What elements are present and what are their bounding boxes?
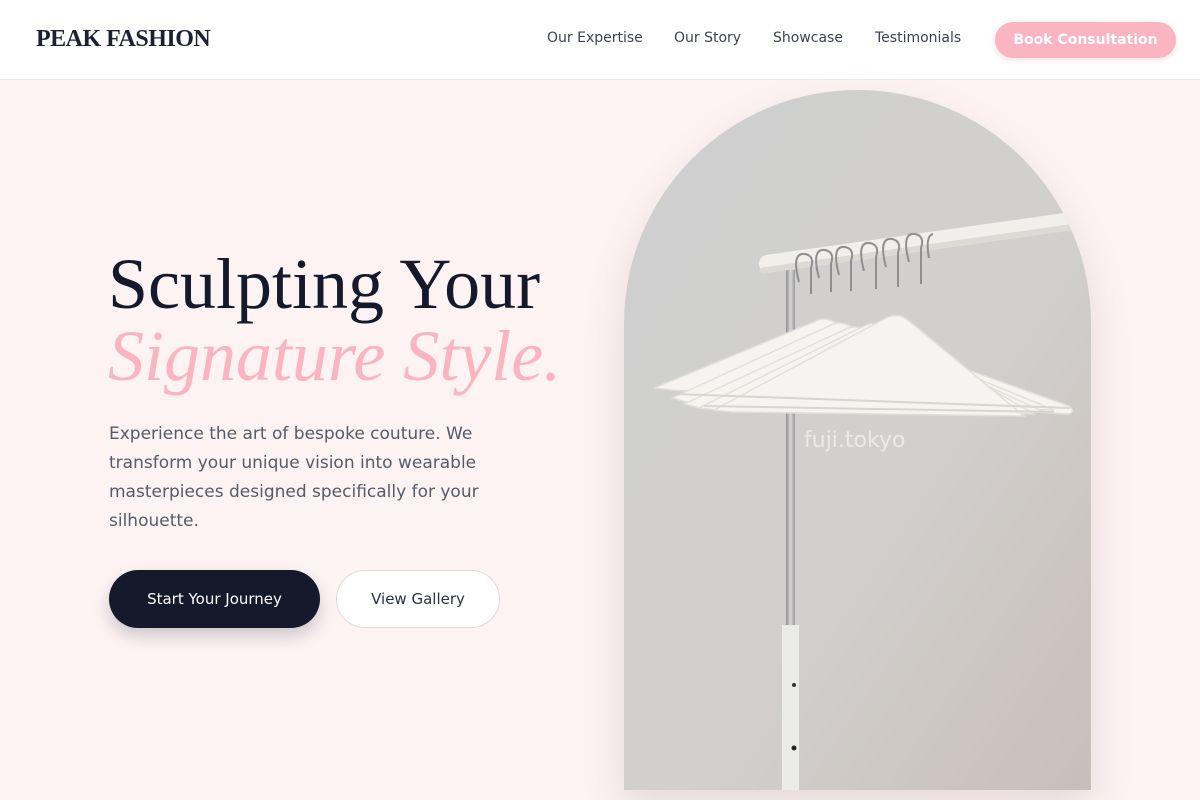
hero-title: Sculpting Your Signature Style.	[108, 248, 628, 392]
nav-link-our-expertise[interactable]: Our Expertise	[547, 30, 643, 46]
brand-logo[interactable]: PEAK FASHION	[36, 26, 211, 53]
hero-description: Experience the art of bespoke couture. W…	[109, 424, 479, 531]
hero-title-line1: Sculpting Your	[108, 244, 541, 324]
start-journey-button[interactable]: Start Your Journey	[109, 570, 320, 628]
nav-link-testimonials[interactable]: Testimonials	[875, 30, 961, 46]
nav-link-our-story[interactable]: Our Story	[674, 30, 741, 46]
book-consultation-button[interactable]: Book Consultation	[995, 22, 1176, 58]
site-header: PEAK FASHION Our Expertise Our Story Sho…	[0, 0, 1200, 80]
image-watermark: fuji.tokyo	[804, 428, 906, 453]
nav-link-showcase[interactable]: Showcase	[773, 30, 843, 46]
hero-image-arch: fuji.tokyo	[624, 90, 1091, 790]
view-gallery-button[interactable]: View Gallery	[336, 570, 500, 628]
hero-title-line2: Signature Style.	[108, 316, 562, 396]
